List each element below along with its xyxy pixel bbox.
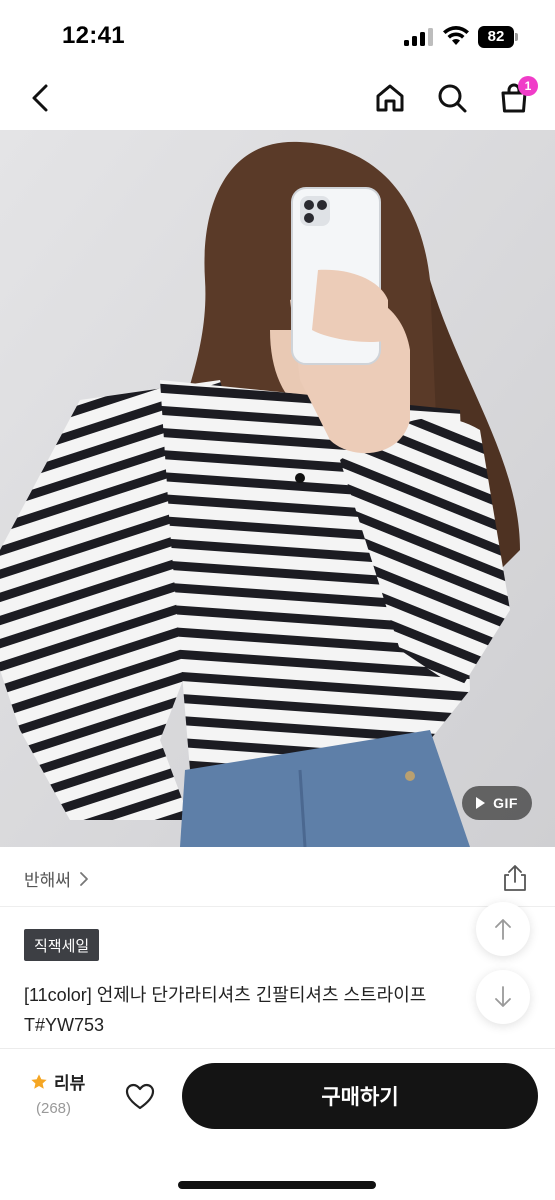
scroll-down-button[interactable] [476, 970, 530, 1024]
cart-count-badge: 1 [518, 76, 538, 96]
gif-badge[interactable]: GIF [462, 786, 532, 820]
chevron-left-icon [32, 84, 48, 112]
review-summary[interactable]: 리뷰 (268) [30, 1069, 100, 1117]
sale-tag: 직잭세일 [24, 929, 100, 961]
arrow-up-icon [495, 919, 511, 940]
nav-bar: 1 [0, 70, 555, 130]
chevron-right-icon [80, 871, 88, 886]
back-button[interactable] [20, 78, 60, 118]
battery-icon: 82 [478, 26, 518, 48]
status-time: 12:41 [62, 22, 125, 49]
battery-level: 82 [478, 26, 514, 48]
wishlist-button[interactable] [122, 1079, 158, 1115]
signal-icon [404, 28, 434, 46]
home-icon [376, 84, 404, 112]
gif-label: GIF [493, 795, 518, 811]
brand-name: 반해써 [24, 871, 71, 890]
product-photo [0, 130, 555, 847]
arrow-down-icon [495, 986, 511, 1007]
brand-row: 반해써 [0, 847, 555, 907]
search-icon [438, 84, 467, 113]
home-button[interactable] [370, 78, 410, 118]
home-indicator [178, 1181, 376, 1189]
buy-button[interactable]: 구매하기 [182, 1063, 538, 1129]
review-count: (268) [36, 1100, 72, 1117]
review-label: 리뷰 [54, 1074, 86, 1093]
product-image[interactable]: GIF [0, 130, 555, 847]
share-button[interactable] [500, 863, 530, 893]
scroll-up-button[interactable] [476, 902, 530, 956]
cart-button[interactable]: 1 [494, 76, 538, 118]
status-bar: 12:41 82 [0, 0, 555, 70]
search-button[interactable] [432, 78, 472, 118]
share-icon [504, 865, 526, 891]
heart-icon [125, 1083, 155, 1110]
star-icon [31, 1073, 47, 1089]
brand-link[interactable]: 반해써 [24, 866, 89, 891]
product-title: [11color] 언제나 단가라티셔츠 긴팔티셔츠 스트라이프 T#YW753 [24, 985, 427, 1035]
play-icon [476, 797, 486, 809]
bottom-bar: 리뷰 (268) 구매하기 [0, 1048, 555, 1200]
review-label-row: 리뷰 [30, 1069, 100, 1094]
wifi-icon [442, 24, 470, 46]
